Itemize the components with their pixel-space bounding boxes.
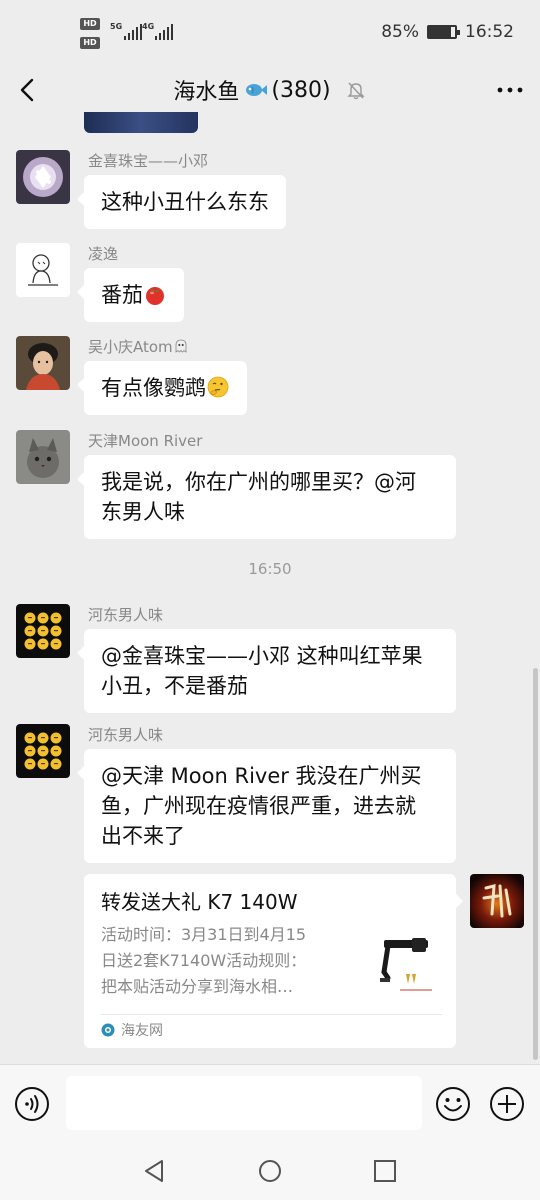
hd-badge-2: HD xyxy=(80,37,100,49)
network-indicators: HD HD 5G 4G xyxy=(80,18,180,52)
emoji-grid-avatar[interactable] xyxy=(16,724,70,778)
message-text-line: 小丑，不是番茄 xyxy=(101,674,248,698)
network-5g-label: 5G xyxy=(110,22,123,31)
message-text-line: 鱼，广州现在疫情很严重，进去就 xyxy=(101,794,416,818)
sketch-avatar[interactable] xyxy=(16,243,70,297)
smiley-icon[interactable] xyxy=(435,1086,471,1122)
previous-image-message[interactable] xyxy=(84,112,198,133)
signal-icon-1 xyxy=(124,24,142,40)
thinking-emoji-icon xyxy=(207,376,229,398)
message-item: 金喜珠宝——小邓 这种小丑什么东东 xyxy=(16,150,476,230)
sender-name: 天津Moon River xyxy=(88,432,203,450)
signal-icon-2 xyxy=(155,24,173,40)
time-divider: 16:50 xyxy=(248,560,292,578)
sender-name: 河东男人味 xyxy=(88,606,164,624)
message-text-line: @金喜珠宝——小邓 这种叫红苹果 xyxy=(101,644,423,668)
link-card-source: 海友网 xyxy=(101,1020,163,1040)
voice-icon[interactable] xyxy=(14,1086,50,1122)
triangle-back-icon[interactable] xyxy=(140,1156,170,1186)
aquarium-lamp-icon xyxy=(370,932,442,1002)
chat-input-bar xyxy=(0,1064,540,1140)
chat-message-list[interactable]: 金喜珠宝——小邓 这种小丑什么东东 凌逸 番茄 吴小庆Atom 有点像鹦鹉 天津… xyxy=(0,112,540,1064)
ghost-emoji-icon xyxy=(175,339,187,353)
message-item: 河东男人味 @天津 Moon River 我没在广州买 鱼，广州现在疫情很严重，… xyxy=(16,724,476,864)
message-bubble[interactable]: 这种小丑什么东东 xyxy=(77,175,286,229)
plus-circle-icon[interactable] xyxy=(489,1086,525,1122)
message-bubble[interactable]: 有点像鹦鹉 xyxy=(77,361,247,415)
message-bubble[interactable]: @金喜珠宝——小邓 这种叫红苹果 小丑，不是番茄 xyxy=(77,629,456,713)
message-text: 番茄 xyxy=(101,283,143,307)
message-input[interactable] xyxy=(66,1076,422,1130)
bell-off-icon xyxy=(346,82,365,100)
message-bubble[interactable]: @天津 Moon River 我没在广州买 鱼，广州现在疫情很严重，进去就 出不… xyxy=(77,749,456,863)
system-navigation-bar xyxy=(0,1140,540,1200)
sender-name: 凌逸 xyxy=(88,245,119,263)
sender-name: 金喜珠宝——小邓 xyxy=(88,152,209,170)
status-bar: HD HD 5G 4G 85% 16:52 xyxy=(0,0,540,68)
sender-name: 吴小庆Atom xyxy=(88,336,189,357)
message-item: 河东男人味 @金喜珠宝——小邓 这种叫红苹果 小丑，不是番茄 xyxy=(16,604,476,714)
ring-avatar[interactable] xyxy=(16,150,70,204)
clock: 16:52 xyxy=(465,22,514,42)
message-text-line: @天津 Moon River 我没在广州买 xyxy=(101,764,422,788)
message-item: 天津Moon River 我是说，你在广州的哪里买？@河 东男人味 xyxy=(16,430,476,540)
chat-title[interactable]: 海水鱼 (380) xyxy=(0,74,540,106)
sender-name: 河东男人味 xyxy=(88,726,164,744)
boy-avatar[interactable] xyxy=(16,336,70,390)
message-text-line: 东男人味 xyxy=(101,500,185,524)
message-text-line: 我是说，你在广州的哪里买？@河 xyxy=(101,470,416,494)
battery-level-fill xyxy=(429,27,452,37)
square-recents-icon[interactable] xyxy=(370,1156,400,1186)
message-text-line: 出不来了 xyxy=(101,824,185,848)
message-bubble[interactable]: 番茄 xyxy=(77,268,184,322)
member-count: (380) xyxy=(271,77,331,103)
emoji-grid-avatar[interactable] xyxy=(16,604,70,658)
site-logo-icon xyxy=(101,1023,115,1037)
cat-avatar[interactable] xyxy=(16,430,70,484)
more-dots-icon[interactable] xyxy=(494,76,526,104)
shared-link-card[interactable]: 转发送大礼 K7 140W 活动时间：3月31日到4月15 日送2套K7140W… xyxy=(84,874,463,1048)
message-item: 凌逸 番茄 xyxy=(16,243,476,323)
calligraphy-avatar[interactable] xyxy=(470,874,524,928)
link-card-description: 活动时间：3月31日到4月15 日送2套K7140W活动规则： 把本贴活动分享到… xyxy=(101,925,307,996)
message-item: 吴小庆Atom 有点像鹦鹉 xyxy=(16,336,476,416)
fish-icon xyxy=(246,84,268,96)
scrollbar[interactable] xyxy=(533,668,538,1060)
tomato-emoji-icon xyxy=(146,287,164,305)
hd-badge-1: HD xyxy=(80,18,100,30)
message-text: 有点像鹦鹉 xyxy=(101,376,206,400)
battery-percent: 85% xyxy=(381,22,419,42)
link-card-title: 转发送大礼 K7 140W xyxy=(101,890,298,914)
group-name: 海水鱼 xyxy=(173,80,240,105)
battery-icon xyxy=(427,25,460,39)
message-bubble[interactable]: 我是说，你在广州的哪里买？@河 东男人味 xyxy=(77,455,456,539)
message-text: 这种小丑什么东东 xyxy=(101,190,269,214)
link-card-divider xyxy=(101,1014,442,1015)
network-4g-label: 4G xyxy=(142,22,155,31)
status-right: 85% 16:52 xyxy=(381,22,514,42)
chat-header: 海水鱼 (380) xyxy=(0,68,540,112)
circle-home-icon[interactable] xyxy=(255,1156,285,1186)
